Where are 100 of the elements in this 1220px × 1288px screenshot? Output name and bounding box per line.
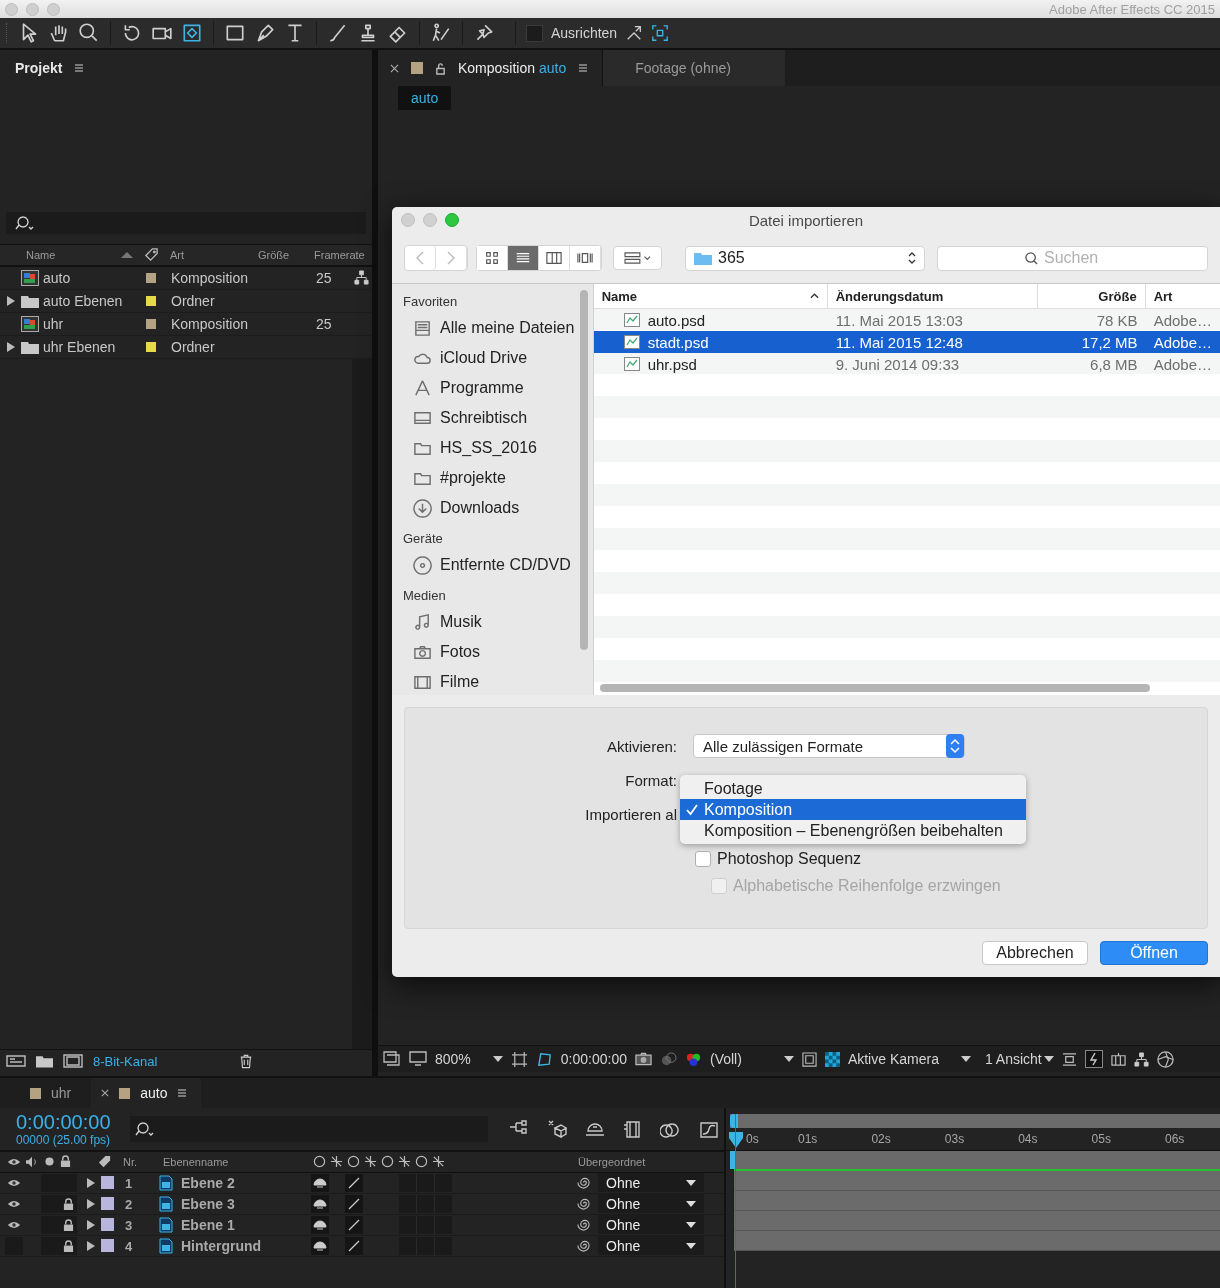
composition-icon[interactable] [63,1053,83,1069]
zoom-icon[interactable] [78,22,100,44]
file-row[interactable]: uhr.psd 9. Juni 2014 09:33 6,8 MB Adobe… [593,353,1220,375]
column-label[interactable]: Größe [258,249,290,261]
zoom-button[interactable] [445,213,459,227]
search-field[interactable] [130,1116,488,1142]
pick-whip-icon[interactable] [577,1176,590,1189]
composition-tab[interactable]: Komposition auto [378,50,603,86]
timeline-icon[interactable] [1110,1051,1126,1067]
toggle-pixel-icon[interactable] [1061,1051,1077,1067]
switch-cells[interactable] [399,1174,452,1192]
layer-row[interactable]: 1 Ebene 2 Ohne [0,1173,724,1194]
lock-toggle[interactable] [59,1195,77,1213]
column-header[interactable]: Änderungsdatum [827,284,1038,308]
expand-arrow-icon[interactable] [87,1178,95,1188]
file-row[interactable]: auto.psd 11. Mai 2015 13:03 78 KB Adobe… [593,309,1220,331]
column-label[interactable]: Art [170,249,185,261]
figure-brush-icon[interactable] [430,22,452,44]
playhead[interactable] [729,1132,743,1148]
caret-icon[interactable] [783,1056,794,1062]
pick-whip-icon[interactable] [577,1218,590,1231]
sidebar-item[interactable]: Schreibtisch [392,403,578,433]
project-item[interactable]: auto Komposition 25 [0,267,372,290]
label-swatch[interactable] [146,296,156,306]
grid-icon[interactable] [510,1050,528,1068]
column-header[interactable]: Name [593,284,828,308]
pick-whip-icon[interactable] [577,1197,590,1210]
arrange-button[interactable] [613,246,662,270]
sidebar-item[interactable]: Filme [392,667,578,695]
scrollbar-thumb[interactable] [599,684,1150,692]
project-item[interactable]: uhr Ebenen Ordner [0,336,372,359]
location-popup[interactable]: 365 [685,245,925,271]
column-label[interactable]: Übergeordnet [578,1156,646,1168]
cancel-button[interactable]: Abbrechen [982,941,1088,965]
flowchart-icon[interactable] [354,270,369,285]
pick-whip-icon[interactable] [577,1239,590,1252]
column-label[interactable]: Ebenenname [163,1156,229,1168]
label-swatch[interactable] [101,1197,114,1210]
trash-icon[interactable] [239,1053,254,1069]
cube-sparkle-icon[interactable] [546,1119,568,1139]
sidebar-item[interactable]: Entfernte CD/DVD [392,550,578,580]
sidebar-item[interactable]: iCloud Drive [392,343,578,373]
layer-row[interactable]: 3 Ebene 1 Ohne [0,1215,724,1236]
timeline-tab[interactable]: uhr [0,1078,92,1108]
footage-tab[interactable]: Footage (ohne) [602,50,785,86]
checkbox[interactable] [526,24,543,42]
view-mode-button[interactable] [477,246,508,270]
expand-arrow-icon[interactable] [87,1199,95,1209]
close-icon[interactable] [101,1089,110,1097]
label-swatch[interactable] [146,342,156,352]
breadcrumb-tab[interactable]: auto [398,86,452,110]
expand-arrows-icon[interactable] [625,24,644,42]
graph-editor-icon[interactable] [698,1119,720,1139]
menu-icon[interactable] [578,63,589,73]
project-item[interactable]: auto Ebenen Ordner [0,290,372,313]
sidebar-item[interactable]: Programme [392,373,578,403]
layer-row[interactable]: 2 Ebene 3 Ohne [0,1194,724,1215]
label-swatch[interactable] [146,273,156,283]
menu-icon[interactable] [177,1088,188,1098]
search-field[interactable] [6,212,366,234]
expand-arrow-icon[interactable] [87,1220,95,1230]
column-header[interactable]: Art [1145,284,1220,308]
timeline-tab[interactable]: auto [91,1078,202,1108]
parent-dropdown[interactable]: Ohne [598,1194,704,1213]
lock-toggle[interactable] [59,1216,77,1234]
parent-dropdown[interactable]: Ohne [598,1236,704,1255]
label-swatch[interactable] [101,1218,114,1231]
sidebar-item[interactable]: Alle meine Dateien [392,313,578,343]
menu-item[interactable]: Komposition – Ebenengrößen beibehalten [680,820,1026,841]
tab-label[interactable]: uhr [51,1085,72,1101]
expand-arrow-icon[interactable] [7,342,15,352]
scrollbar-thumb[interactable] [580,290,589,650]
folder-icon[interactable] [36,1054,53,1068]
bit-depth-link[interactable]: 8-Bit-Kanal [93,1053,158,1069]
view-layout-dropdown[interactable]: 1 Ansicht [984,1051,1042,1067]
parent-dropdown[interactable]: Ohne [598,1173,704,1192]
mask-icon[interactable] [535,1050,553,1068]
search-field[interactable]: Suchen [937,245,1208,271]
sidebar-item[interactable]: #projekte [392,463,578,493]
show-snapshot-icon[interactable] [660,1051,677,1067]
column-label[interactable]: Nr. [123,1156,138,1168]
snap-icon[interactable] [651,24,670,42]
menu-item[interactable]: Footage [680,778,1026,799]
checkbox[interactable] [695,851,711,867]
label-swatch[interactable] [146,319,156,329]
exposure-icon[interactable] [1156,1050,1174,1068]
column-label[interactable]: Framerate [314,249,365,261]
region-icon[interactable] [801,1051,817,1067]
sidebar-item[interactable]: Fotos [392,637,578,667]
tab-label[interactable]: auto [140,1085,168,1101]
sidebar-item[interactable]: HS_SS_2016 [392,433,578,463]
transform-box-icon[interactable] [181,22,203,44]
column-label[interactable]: Name [26,249,56,261]
menu-icon[interactable] [74,63,85,73]
layer-row[interactable]: 4 Hintergrund Ohne [0,1236,724,1257]
sidebar-item[interactable]: Downloads [392,493,578,523]
lock-toggle[interactable] [59,1237,77,1255]
parent-dropdown[interactable]: Ohne [598,1215,704,1234]
monitor-icon[interactable] [409,1051,427,1067]
current-time[interactable]: 0:00:00:00 [560,1051,627,1067]
